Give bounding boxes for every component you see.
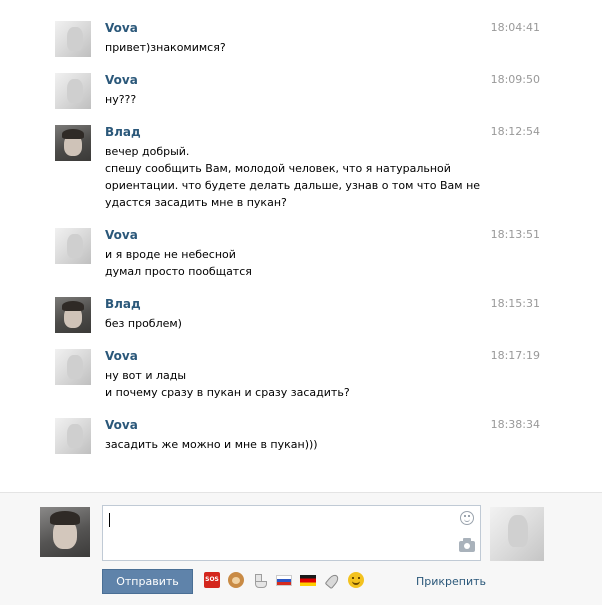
message-time: 18:12:54: [490, 125, 540, 138]
message-text: ну???: [105, 91, 136, 108]
message-line: вечер добрый.: [105, 145, 190, 158]
message-time: 18:04:41: [490, 21, 540, 34]
message-input[interactable]: [102, 505, 481, 561]
message-time: 18:17:19: [490, 349, 540, 362]
message-text: ну вот и лады и почему сразу в пукан и с…: [105, 367, 350, 401]
message-author[interactable]: Vova: [105, 73, 138, 87]
sos-icon[interactable]: SOS: [204, 572, 220, 588]
avatar[interactable]: [55, 349, 91, 385]
message-text: без проблем): [105, 315, 182, 332]
smile-icon[interactable]: [348, 572, 364, 588]
message-line: ориентации. что будете делать дальше, уз…: [105, 179, 481, 192]
message-line: ну вот и лады: [105, 369, 187, 382]
message-text: засадить же можно и мне в пукан))): [105, 436, 318, 453]
camera-icon[interactable]: [459, 538, 475, 552]
attach-link[interactable]: Прикрепить: [416, 575, 486, 588]
message-line: спешу сообщить Вам, молодой человек, что…: [105, 162, 451, 175]
germany-flag-icon[interactable]: [300, 575, 316, 586]
avatar[interactable]: [55, 21, 91, 57]
message-author[interactable]: Vova: [105, 349, 138, 363]
avatar[interactable]: [55, 418, 91, 454]
peer-avatar[interactable]: [490, 507, 544, 561]
message-time: 18:09:50: [490, 73, 540, 86]
avatar[interactable]: [55, 73, 91, 109]
message-line: и я вроде не небесной: [105, 248, 236, 261]
message-author[interactable]: Vova: [105, 418, 138, 432]
my-avatar[interactable]: [40, 507, 90, 557]
rocket-icon[interactable]: [324, 572, 340, 588]
message-author[interactable]: Vova: [105, 228, 138, 242]
avatar[interactable]: [55, 297, 91, 333]
toilet-icon[interactable]: [252, 572, 268, 588]
emoji-picker-icon[interactable]: [460, 511, 474, 525]
message-text: вечер добрый. спешу сообщить Вам, молодо…: [105, 143, 480, 211]
message-line: привет)знакомимся?: [105, 41, 226, 54]
message-author[interactable]: Влад: [105, 297, 141, 311]
avatar[interactable]: [55, 228, 91, 264]
message-author[interactable]: Влад: [105, 125, 141, 139]
message-line: ну???: [105, 93, 137, 106]
message-text: и я вроде не небесной думал просто пообщ…: [105, 246, 252, 280]
monkey-icon[interactable]: [228, 572, 244, 588]
message-time: 18:38:34: [490, 418, 540, 431]
message-time: 18:13:51: [490, 228, 540, 241]
russia-flag-icon[interactable]: [276, 575, 292, 586]
message-author[interactable]: Vova: [105, 21, 138, 35]
message-line: и почему сразу в пукан и сразу засадить?: [105, 386, 350, 399]
send-button[interactable]: Отправить: [102, 569, 193, 594]
message-line: думал просто пообщатся: [105, 265, 252, 278]
message-time: 18:15:31: [490, 297, 540, 310]
text-caret: [109, 513, 110, 527]
message-composer: Отправить SOS Прикрепить: [0, 492, 602, 605]
message-line: удастся засадить мне в пукан?: [105, 196, 287, 209]
avatar[interactable]: [55, 125, 91, 161]
message-line: без проблем): [105, 317, 182, 330]
message-text: привет)знакомимся?: [105, 39, 226, 56]
message-line: засадить же можно и мне в пукан))): [105, 438, 318, 451]
